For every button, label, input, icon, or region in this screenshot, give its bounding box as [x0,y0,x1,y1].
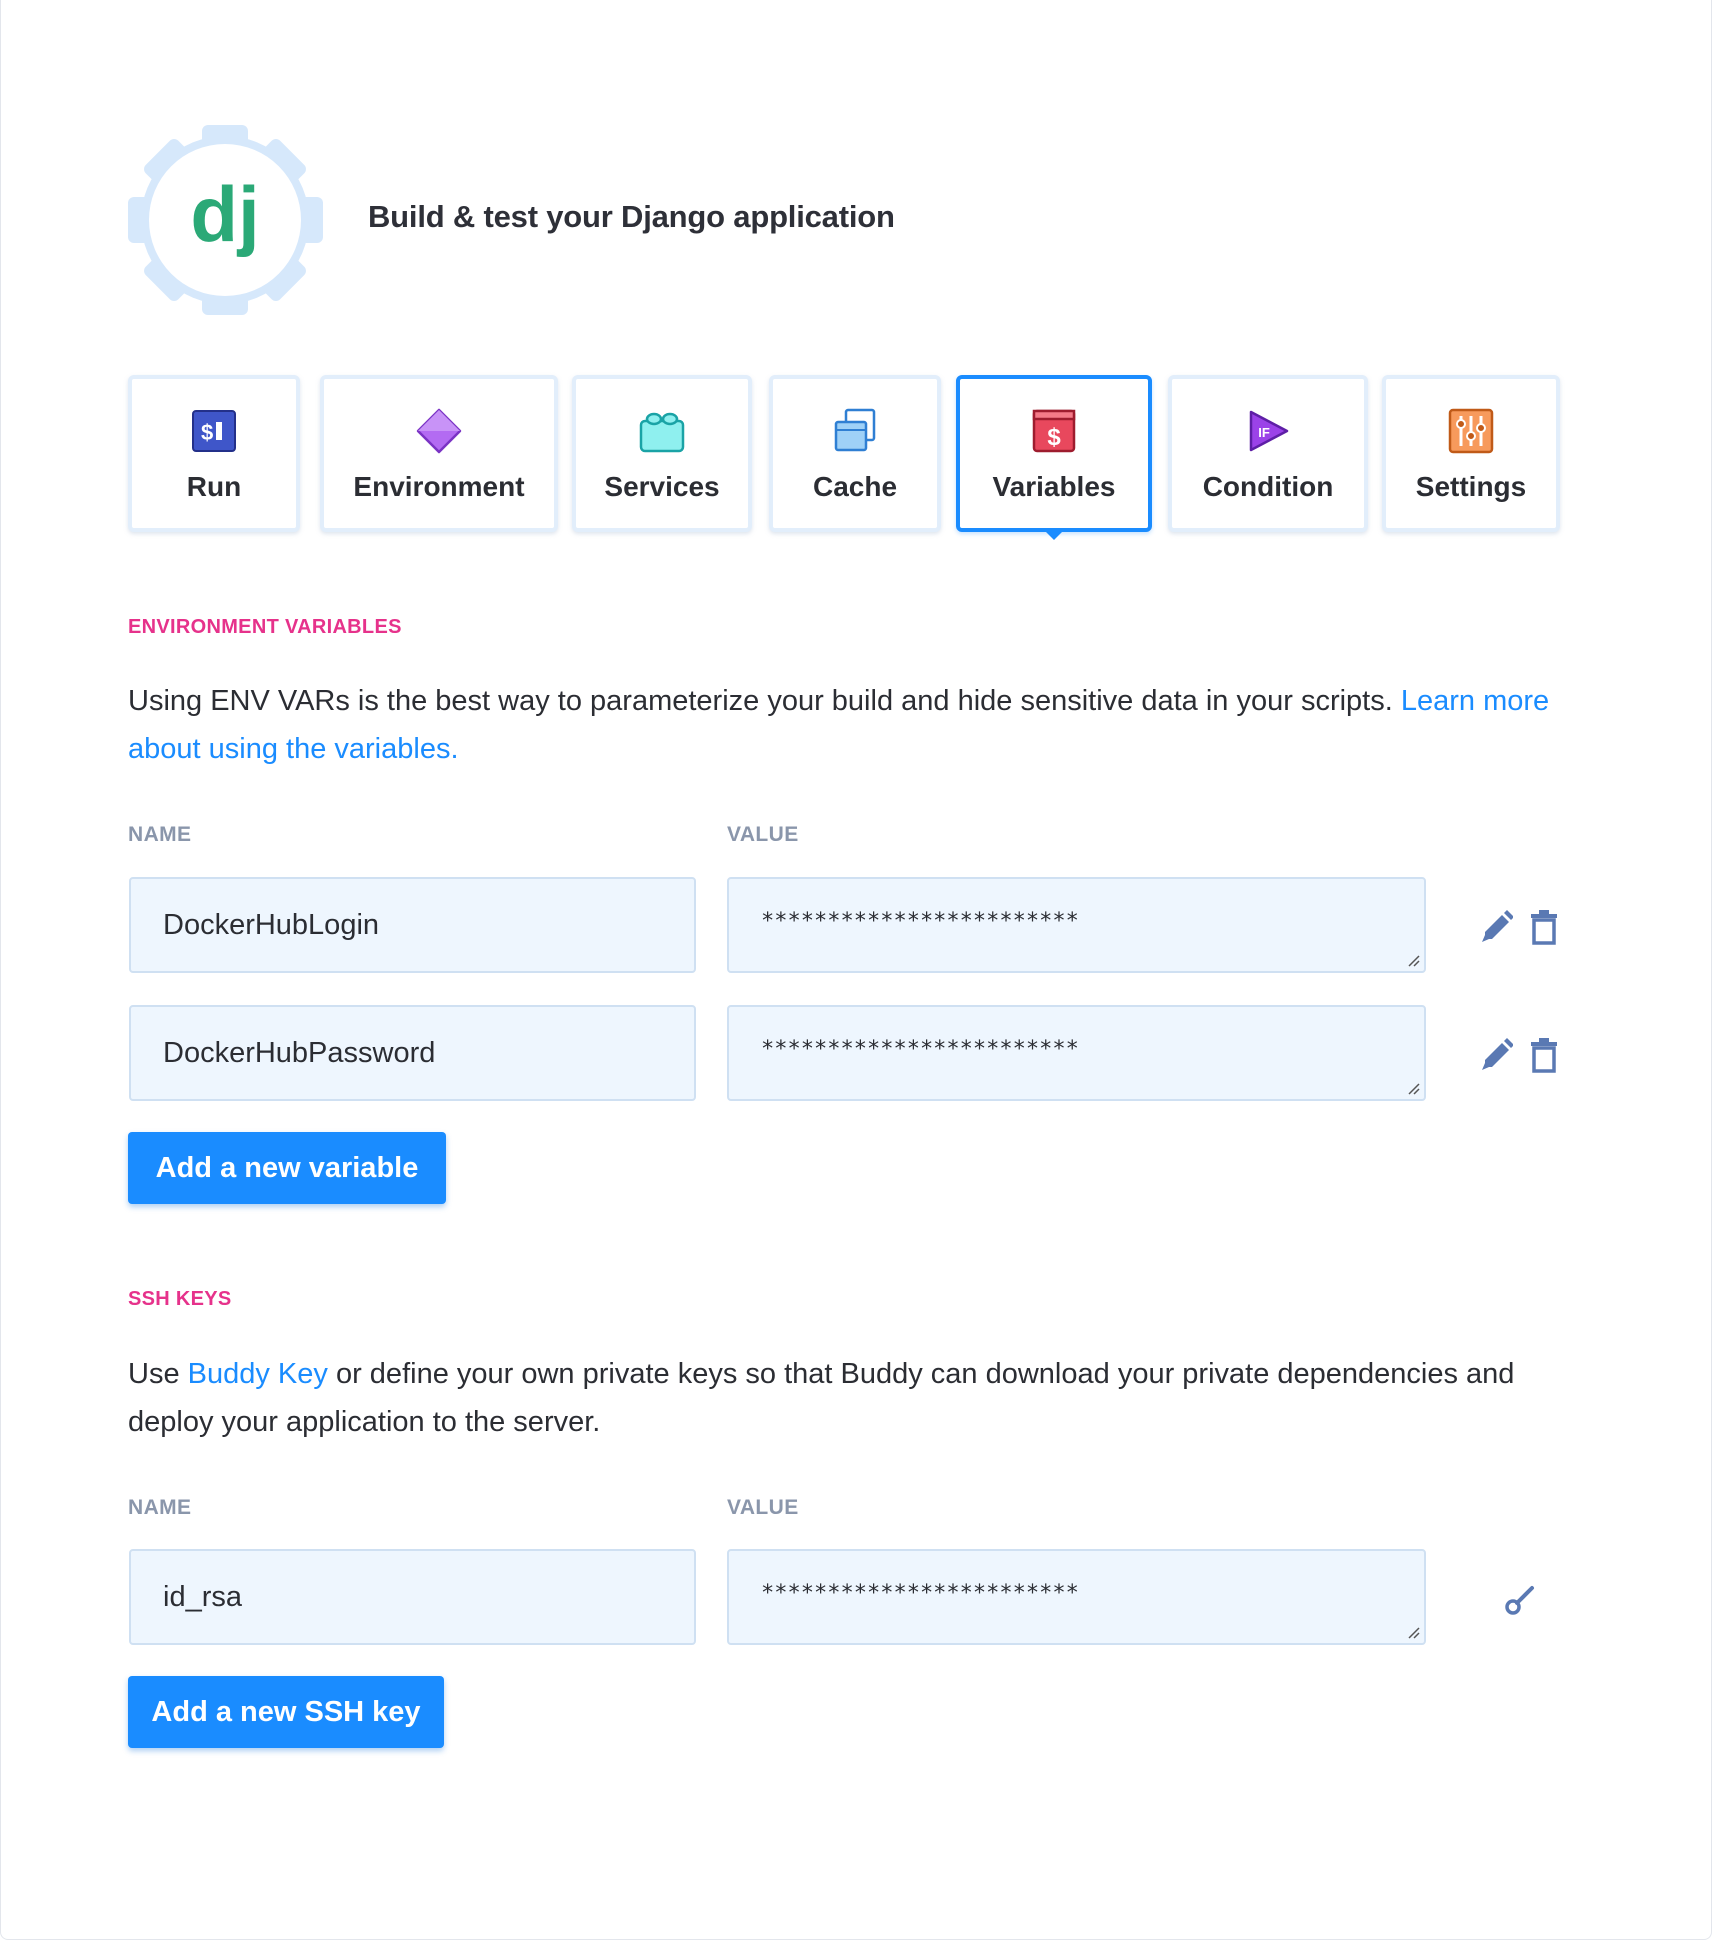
run-icon: $ [190,407,238,455]
tab-cache[interactable]: Cache [769,375,941,532]
django-logo: dj [128,125,323,315]
tab-settings[interactable]: Settings [1382,375,1560,532]
key-icon[interactable] [1504,1581,1538,1617]
delete-icon[interactable] [1527,909,1561,945]
env-description-text: Using ENV VARs is the best way to parame… [128,685,1401,717]
env-value-text: ************************ [761,1037,1079,1062]
django-logo-text: dj [190,170,259,258]
settings-icon [1447,407,1495,455]
tab-environment[interactable]: Environment [320,375,558,532]
resize-grip-icon[interactable] [1406,953,1420,967]
tab-services[interactable]: Services [572,375,752,532]
ssh-name-field[interactable]: id_rsa [129,1549,696,1645]
env-value-field[interactable]: ************************ [727,1005,1426,1101]
ssh-description-prefix: Use [128,1358,188,1390]
ssh-value-header: VALUE [727,1496,799,1519]
add-ssh-key-button[interactable]: Add a new SSH key [128,1676,444,1748]
tab-run[interactable]: $ Run [128,375,300,532]
svg-text:IF: IF [1258,425,1270,440]
env-value-header: VALUE [727,823,799,846]
ssh-value-text: ************************ [761,1581,1079,1606]
action-header: dj [128,125,323,315]
tab-label: Run [186,471,242,502]
tab-label: Cache [812,471,898,502]
environment-icon [415,407,463,455]
tab-label: Variables [992,471,1116,502]
tab-label: Services [604,471,720,502]
env-section-title: ENVIRONMENT VARIABLES [128,616,402,638]
delete-icon[interactable] [1527,1037,1561,1073]
tab-label: Settings [1415,471,1527,502]
edit-icon[interactable] [1479,909,1513,945]
env-name-field[interactable]: DockerHubLogin [129,877,696,973]
page-title: Build & test your Django application [368,199,895,234]
tab-condition[interactable]: IF Condition [1168,375,1368,532]
env-name-header: NAME [128,823,192,846]
buddy-key-link[interactable]: Buddy Key [188,1358,328,1390]
ssh-description-suffix: or define your own private keys so that … [128,1358,1515,1438]
tab-variables[interactable]: $ Variables [956,375,1152,540]
env-value-field[interactable]: ************************ [727,877,1426,973]
add-variable-button[interactable]: Add a new variable [128,1132,446,1204]
services-icon [638,407,686,455]
tab-label: Environment [353,471,525,502]
env-value-text: ************************ [761,909,1079,934]
resize-grip-icon[interactable] [1406,1081,1420,1095]
svg-text:$: $ [1047,424,1061,451]
variables-icon: $ [1030,407,1078,455]
condition-icon: IF [1244,407,1292,455]
ssh-name-header: NAME [128,1496,192,1519]
env-name-field[interactable]: DockerHubPassword [129,1005,696,1101]
edit-icon[interactable] [1479,1037,1513,1073]
ssh-section-title: SSH KEYS [128,1288,232,1310]
svg-text:$: $ [201,420,213,445]
ssh-description: Use Buddy Key or define your own private… [128,1350,1568,1446]
ssh-value-field[interactable]: ************************ [727,1549,1426,1645]
cache-icon [831,407,879,455]
env-description: Using ENV VARs is the best way to parame… [128,677,1568,773]
resize-grip-icon[interactable] [1406,1625,1420,1639]
tab-label: Condition [1202,471,1334,502]
